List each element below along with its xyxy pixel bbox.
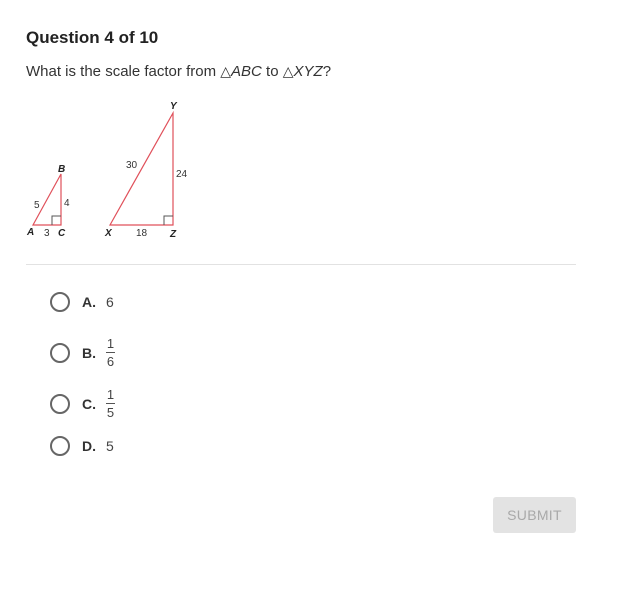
side-bc-label: 4 xyxy=(64,198,70,209)
option-letter: B. xyxy=(82,344,96,361)
vertex-b-label: B xyxy=(58,164,65,175)
vertex-z-label: Z xyxy=(169,229,177,240)
fraction-value: 1 6 xyxy=(106,337,115,368)
vertex-x-label: X xyxy=(104,228,113,239)
radio-button[interactable] xyxy=(50,342,70,363)
from-triangle-name: ABC xyxy=(231,63,262,80)
denominator: 5 xyxy=(106,405,115,420)
option-value: 5 xyxy=(106,438,114,454)
radio-button[interactable] xyxy=(50,393,70,414)
question-text: What is the scale factor from △ABC to △X… xyxy=(26,63,331,80)
submit-button[interactable]: SUBMIT xyxy=(493,497,576,533)
to-triangle-name: XYZ xyxy=(293,63,323,80)
triangle-symbol: △ xyxy=(220,63,232,79)
triangle-xyz-shape xyxy=(108,110,174,226)
triangle-abc: A B C 5 4 3 xyxy=(26,164,70,239)
option-letter: A. xyxy=(82,294,96,310)
right-angle-marker-z xyxy=(163,215,173,225)
option-d[interactable]: D. 5 xyxy=(50,436,114,456)
option-value: 6 xyxy=(106,294,114,310)
side-xy-label: 30 xyxy=(126,160,138,171)
side-yz-label: 24 xyxy=(176,169,188,180)
side-ab-label: 5 xyxy=(34,200,40,211)
question-suffix: ? xyxy=(322,63,332,80)
side-xz-label: 18 xyxy=(136,228,148,239)
divider xyxy=(26,264,576,265)
radio-button[interactable] xyxy=(50,436,70,456)
option-a[interactable]: A. 6 xyxy=(50,292,114,312)
triangle-symbol: △ xyxy=(282,63,294,79)
option-letter: D. xyxy=(82,438,96,454)
option-b[interactable]: B. 1 6 xyxy=(50,337,115,368)
fraction-bar xyxy=(106,352,115,353)
question-middle: to xyxy=(261,63,283,80)
numerator: 1 xyxy=(106,387,115,402)
triangle-xyz: X Y Z 30 24 18 xyxy=(104,101,188,240)
triangles-figure: A B C 5 4 3 X Y Z 30 24 18 xyxy=(26,101,188,240)
question-counter: Question 4 of 10 xyxy=(26,28,159,47)
right-angle-marker-c xyxy=(51,215,61,225)
numerator: 1 xyxy=(106,336,115,351)
question-prefix: What is the scale factor from xyxy=(26,63,221,80)
vertex-c-label: C xyxy=(58,228,66,239)
side-ac-label: 3 xyxy=(44,228,50,239)
vertex-y-label: Y xyxy=(170,101,178,112)
option-c[interactable]: C. 1 5 xyxy=(50,388,115,419)
fraction-bar xyxy=(106,403,115,404)
vertex-a-label: A xyxy=(26,227,34,238)
radio-button[interactable] xyxy=(50,292,70,312)
fraction-value: 1 5 xyxy=(106,388,115,419)
option-letter: C. xyxy=(82,395,96,412)
denominator: 6 xyxy=(106,354,115,369)
